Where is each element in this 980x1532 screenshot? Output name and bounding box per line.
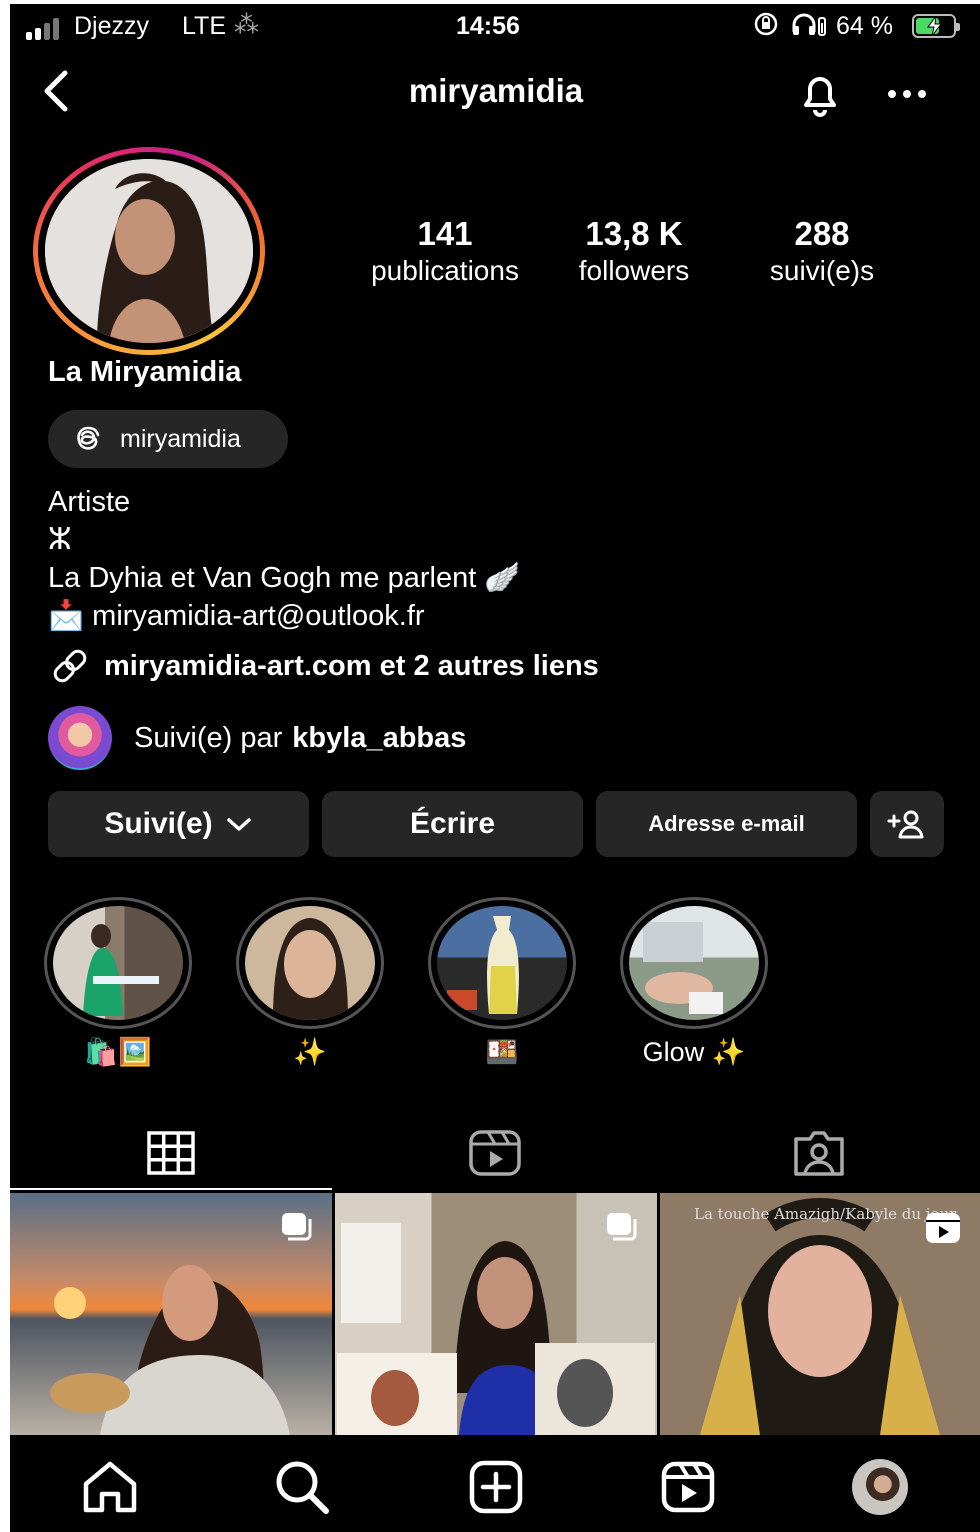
followers-count: 13,8 K (585, 215, 683, 252)
suggested-accounts-button[interactable] (870, 791, 944, 857)
story-highlight-shop[interactable] (44, 897, 192, 1029)
tab-tagged[interactable] (658, 1117, 980, 1189)
threads-icon (77, 426, 100, 450)
reel-icon (926, 1213, 960, 1243)
active-tab-indicator (10, 1188, 332, 1190)
reels-icon (661, 1461, 715, 1513)
story-highlight-food[interactable] (428, 897, 576, 1029)
instagram-profile-screen: Djezzy LTE ⁂ 14:56 64 % miryamidia 141 p… (10, 4, 980, 1532)
signal-strength-icon (26, 18, 62, 40)
reels-icon (469, 1130, 521, 1176)
carrier-name: Djezzy (74, 12, 150, 40)
link-icon (53, 649, 87, 683)
bio-line-email: 📩 miryamidia-art@outlook.fr (48, 599, 425, 633)
search-icon (276, 1461, 329, 1514)
grid-post[interactable] (335, 1193, 657, 1435)
bottom-navigation-bar (10, 1435, 980, 1532)
highlight-label-food: 🍱 (485, 1037, 519, 1067)
tagged-icon (794, 1131, 844, 1176)
battery-percent: 64 % (836, 12, 893, 40)
tab-reels[interactable] (332, 1117, 658, 1189)
followers-count-stat[interactable]: 13,8 K followers (558, 214, 710, 288)
bio-line-symbol: ⵣ (48, 523, 72, 556)
posts-label: publications (371, 255, 519, 286)
nav-home-button[interactable] (80, 1457, 140, 1517)
nav-reels-button[interactable] (658, 1457, 718, 1517)
nav-create-button[interactable] (466, 1457, 526, 1517)
grid-post[interactable]: La touche Amazigh/Kabyle du jour (660, 1193, 980, 1435)
profile-avatar (45, 159, 253, 343)
following-count-stat[interactable]: 288 suivi(e)s (752, 214, 892, 288)
profile-display-name: La Miryamidia (48, 356, 242, 388)
carousel-icon (607, 1213, 637, 1241)
followers-label: followers (578, 255, 690, 286)
bio-quote-text: La Dyhia et Van Gogh me parlent (48, 562, 477, 594)
message-button[interactable]: Écrire (322, 791, 583, 857)
battery-icon (912, 14, 960, 38)
following-button-label: Suivi(e) (104, 807, 213, 840)
nav-profile-button[interactable] (850, 1457, 910, 1517)
bio-line-quote: La Dyhia et Van Gogh me parlent 🪽 (48, 561, 520, 595)
highlight-label-glow: Glow ✨ (642, 1037, 746, 1067)
profile-avatar (852, 1459, 908, 1515)
bio-email-text: miryamidia-art@outlook.fr (92, 600, 425, 632)
profile-username-title: miryamidia (408, 72, 584, 109)
bio-line-category: Artiste (48, 486, 131, 518)
followed-by-row[interactable]: Suivi(e) par kbyla_abbas (48, 706, 466, 770)
reel-caption: La touche Amazigh/Kabyle du jour (694, 1205, 957, 1223)
mutual-follower-avatar (48, 706, 112, 770)
network-type: LTE (182, 12, 226, 40)
headphones-icon (790, 10, 830, 45)
threads-handle: miryamidia (120, 424, 241, 453)
rotation-lock-icon (752, 10, 780, 45)
following-count: 288 (794, 215, 850, 252)
more-options-icon[interactable] (882, 74, 932, 114)
followed-by-username: kbyla_abbas (292, 721, 467, 754)
profile-avatar-story-ring[interactable] (33, 147, 265, 355)
envelope-emoji: 📩 (48, 600, 85, 632)
notification-bell-icon[interactable] (792, 66, 848, 122)
grid-icon (147, 1131, 195, 1175)
carousel-icon (282, 1213, 312, 1241)
posts-count: 141 (417, 215, 473, 252)
status-bar: Djezzy LTE ⁂ 14:56 64 % (10, 4, 980, 50)
highlight-label-shop: 🛍️🖼️ (84, 1037, 152, 1067)
story-highlight-glow[interactable] (620, 897, 768, 1029)
loading-spinner-icon: ⁂ (234, 11, 259, 39)
nav-search-button[interactable] (272, 1457, 332, 1517)
back-chevron-icon[interactable] (32, 66, 78, 116)
grid-post[interactable] (10, 1193, 332, 1435)
home-icon (83, 1461, 137, 1513)
clock: 14:56 (456, 12, 520, 40)
followed-by-prefix: Suivi(e) par (134, 721, 283, 754)
tab-posts-grid[interactable] (10, 1117, 332, 1189)
profile-links-button[interactable]: miryamidia-art.com et 2 autres liens (48, 648, 599, 684)
story-highlight-sparkles[interactable] (236, 897, 384, 1029)
following-label: suivi(e)s (769, 255, 875, 286)
create-icon (469, 1460, 523, 1514)
chevron-down-icon (226, 818, 251, 831)
wing-emoji: 🪽 (484, 562, 521, 594)
threads-badge-button[interactable]: miryamidia (48, 410, 288, 468)
add-person-icon (887, 810, 924, 839)
profile-links-text: miryamidia-art.com et 2 autres liens (104, 649, 599, 682)
email-button[interactable]: Adresse e-mail (596, 791, 857, 857)
posts-count-stat[interactable]: 141 publications (362, 214, 528, 288)
highlight-label-sparkles: ✨ (293, 1037, 327, 1067)
following-dropdown-button[interactable]: Suivi(e) (48, 791, 309, 857)
